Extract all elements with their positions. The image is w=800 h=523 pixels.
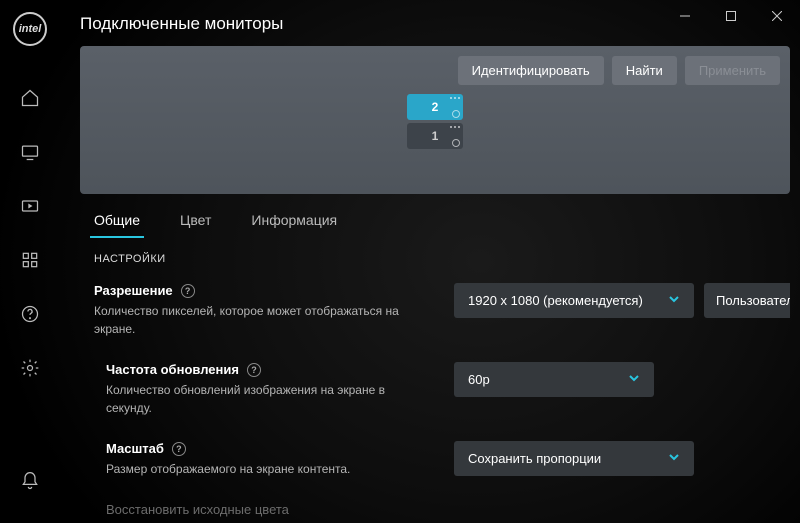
resolution-value: 1920 x 1080 (рекомендуется) [468,293,643,308]
scale-desc: Размер отображаемого на экране контента. [106,460,416,478]
help-tooltip-icon[interactable]: ? [247,363,261,377]
refresh-title: Частота обновления [106,362,239,377]
chevron-down-icon [668,451,680,466]
notifications-icon[interactable] [18,469,42,493]
sidebar-rail: intel [0,0,60,523]
scale-value: Сохранить пропорции [468,451,601,466]
apps-icon[interactable] [18,248,42,272]
intel-mini-logo-icon [452,139,460,147]
restore-defaults-link[interactable]: Восстановить исходные цвета [94,502,790,517]
refresh-value: 60p [468,372,490,387]
rail-nav [18,86,42,380]
minimize-button[interactable] [662,0,708,32]
close-button[interactable] [754,0,800,32]
settings-icon[interactable] [18,356,42,380]
chevron-down-icon [668,293,680,308]
resolution-title: Разрешение [94,283,173,298]
window-controls [662,0,800,32]
setting-refresh: Частота обновления ? Количество обновлен… [94,362,790,417]
apply-button: Применить [685,56,780,85]
tab-general[interactable]: Общие [94,212,140,238]
custom-resolution-button[interactable]: Пользователь [704,283,790,318]
refresh-select[interactable]: 60p [454,362,654,397]
tab-info[interactable]: Информация [251,212,337,238]
intel-logo: intel [13,12,47,46]
app-window: intel Подключенн [0,0,800,523]
display-arrangement-panel: Идентифицировать Найти Применить 2 1 [80,46,790,194]
help-tooltip-icon[interactable]: ? [181,284,195,298]
monitor-1[interactable]: 1 [407,123,463,149]
video-icon[interactable] [18,194,42,218]
setting-resolution: Разрешение ? Количество пикселей, которо… [94,283,790,338]
monitor-1-label: 1 [432,129,439,143]
monitor-layout[interactable]: 2 1 [407,94,463,149]
refresh-desc: Количество обновлений изображения на экр… [106,381,416,417]
tab-color[interactable]: Цвет [180,212,211,238]
resolution-select[interactable]: 1920 x 1080 (рекомендуется) [454,283,694,318]
identify-button[interactable]: Идентифицировать [458,56,604,85]
display-icon[interactable] [18,140,42,164]
scale-select[interactable]: Сохранить пропорции [454,441,694,476]
panel-actions: Идентифицировать Найти Применить [458,56,780,85]
setting-scale: Масштаб ? Размер отображаемого на экране… [94,441,790,478]
home-icon[interactable] [18,86,42,110]
settings-heading: НАСТРОЙКИ [94,253,790,265]
resolution-desc: Количество пикселей, которое может отобр… [94,302,404,338]
help-tooltip-icon[interactable]: ? [172,442,186,456]
monitor-2[interactable]: 2 [407,94,463,120]
main-content: Подключенные мониторы Идентифицировать Н… [60,0,800,523]
settings-area: НАСТРОЙКИ Разрешение ? Количество пиксел… [80,239,790,517]
monitor-2-label: 2 [432,100,439,114]
find-button[interactable]: Найти [612,56,677,85]
tabs: Общие Цвет Информация [80,202,790,239]
scale-title: Масштаб [106,441,164,456]
help-icon[interactable] [18,302,42,326]
intel-mini-logo-icon [452,110,460,118]
chevron-down-icon [628,372,640,387]
maximize-button[interactable] [708,0,754,32]
